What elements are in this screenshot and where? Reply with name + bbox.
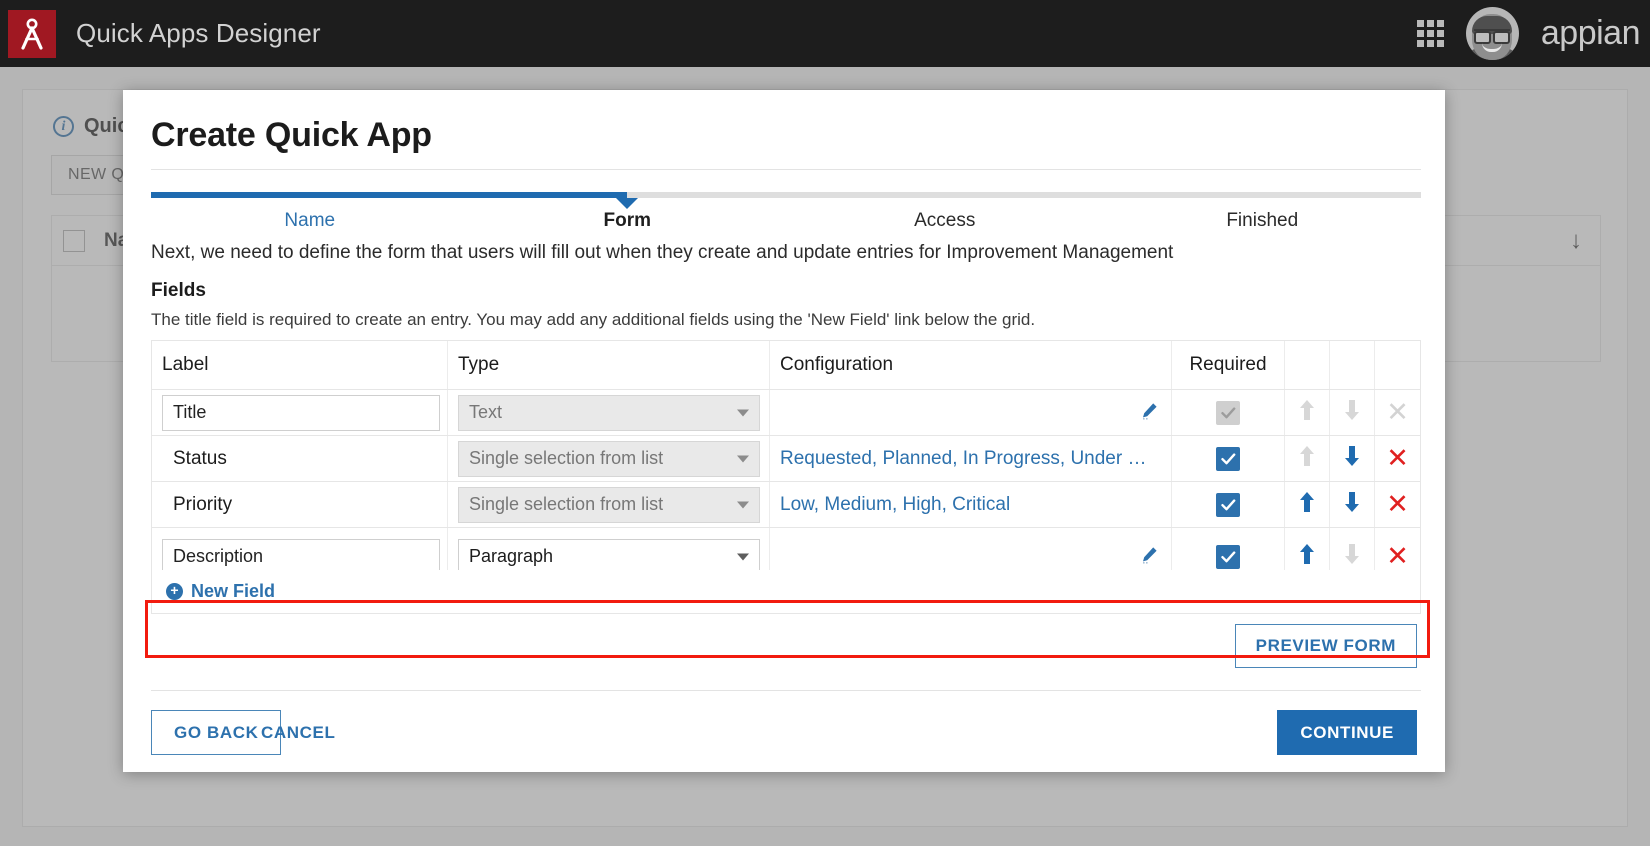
move-up-arrow-icon[interactable] <box>1298 542 1316 571</box>
field-type-cell: Text <box>448 390 770 435</box>
table-row: Title Text ✕ <box>152 390 1420 436</box>
field-configuration-link[interactable]: Requested, Planned, In Progress, Under R… <box>780 448 1160 470</box>
column-header-delete <box>1375 341 1420 389</box>
move-up-arrow-icon[interactable] <box>1298 490 1316 519</box>
chevron-down-icon <box>737 455 749 462</box>
field-type-value: Paragraph <box>469 546 554 566</box>
move-up-arrow-icon <box>1298 398 1316 427</box>
delete-cell: ✕ <box>1375 390 1420 435</box>
move-up-cell <box>1285 390 1330 435</box>
field-label-cell: Priority <box>152 482 448 527</box>
field-label-cell: Status <box>152 436 448 481</box>
appian-brand-wordmark: appian <box>1540 14 1641 52</box>
stepper-track <box>151 192 1421 209</box>
column-header-required: Required <box>1172 341 1285 389</box>
field-required-cell <box>1172 482 1285 527</box>
field-type-cell: Single selection from list <box>448 436 770 481</box>
field-type-value: Single selection from list <box>469 448 664 468</box>
chevron-down-icon <box>737 409 749 416</box>
column-header-move-down <box>1330 341 1375 389</box>
intro-text: Next, we need to define the form that us… <box>151 242 1174 263</box>
move-down-cell <box>1330 482 1375 527</box>
footer-divider <box>151 690 1421 691</box>
fields-grid: Label Type Configuration Required Title … <box>151 340 1421 586</box>
required-checkbox <box>1216 400 1240 425</box>
dialog-title: Create Quick App <box>151 116 432 154</box>
delete-x-icon[interactable]: ✕ <box>1386 445 1409 472</box>
field-label-input[interactable]: Title <box>162 394 440 431</box>
column-header-label: Label <box>152 341 448 389</box>
step-form[interactable]: Form <box>469 210 787 232</box>
field-configuration-link[interactable]: Low, Medium, High, Critical <box>780 494 1010 516</box>
move-down-cell <box>1330 436 1375 481</box>
stepper-current-marker <box>616 198 639 209</box>
continue-button[interactable]: CONTINUE <box>1277 710 1417 755</box>
field-type-value: Text <box>469 402 503 422</box>
field-type-select: Text <box>458 394 760 431</box>
field-type-select: Single selection from list <box>458 440 760 477</box>
delete-x-icon[interactable]: ✕ <box>1386 543 1409 570</box>
move-down-arrow-icon <box>1343 398 1361 427</box>
move-up-cell <box>1285 436 1330 481</box>
wizard-stepper: Name Form Access Finished <box>151 192 1421 232</box>
delete-x-icon[interactable]: ✕ <box>1386 491 1409 518</box>
move-down-arrow-icon <box>1343 542 1361 571</box>
top-navigation-bar: Quick Apps Designer appian <box>0 0 1650 67</box>
fields-subtext: The title field is required to create an… <box>151 310 1036 329</box>
move-down-arrow-icon[interactable] <box>1343 444 1361 473</box>
delete-x-icon: ✕ <box>1386 397 1409 427</box>
field-label-cell: Title <box>152 390 448 435</box>
stepper-progress-fill <box>151 192 628 198</box>
appian-compass-logo[interactable] <box>8 9 56 58</box>
required-checkbox[interactable] <box>1216 446 1240 471</box>
field-label-text: Status <box>173 447 227 469</box>
edit-pencil-icon[interactable] <box>1140 401 1159 425</box>
topbar-right-group: appian <box>1416 7 1650 60</box>
move-down-arrow-icon[interactable] <box>1343 490 1361 519</box>
apps-grid-icon[interactable] <box>1416 20 1444 47</box>
fields-grid-header-row: Label Type Configuration Required <box>152 341 1420 390</box>
move-up-cell <box>1285 482 1330 527</box>
user-avatar[interactable] <box>1465 7 1519 60</box>
new-field-row: + New Field <box>151 570 1421 614</box>
field-required-cell <box>1172 436 1285 481</box>
stepper-labels: Name Form Access Finished <box>151 210 1421 232</box>
delete-cell: ✕ <box>1375 482 1420 527</box>
field-configuration-cell: Requested, Planned, In Progress, Under R… <box>770 436 1172 481</box>
app-title: Quick Apps Designer <box>76 18 321 48</box>
field-type-select: Single selection from list <box>458 486 760 523</box>
table-row: Status Single selection from list Reques… <box>152 436 1420 482</box>
field-label-text: Priority <box>173 493 233 515</box>
column-header-type: Type <box>448 341 770 389</box>
new-field-link[interactable]: New Field <box>191 581 275 602</box>
move-up-arrow-icon <box>1298 444 1316 473</box>
fields-heading: Fields <box>151 280 206 301</box>
field-configuration-cell <box>770 390 1172 435</box>
field-required-cell <box>1172 390 1285 435</box>
edit-pencil-icon[interactable] <box>1140 545 1159 569</box>
title-divider <box>151 169 1421 170</box>
column-header-configuration: Configuration <box>770 341 1172 389</box>
required-checkbox[interactable] <box>1216 544 1240 569</box>
step-name[interactable]: Name <box>151 210 469 232</box>
field-configuration-cell: Low, Medium, High, Critical <box>770 482 1172 527</box>
table-row: Priority Single selection from list Low,… <box>152 482 1420 528</box>
app-root: Quick Apps Designer appian i Quick NEW Q… <box>0 0 1650 846</box>
preview-form-button[interactable]: PREVIEW FORM <box>1234 624 1417 668</box>
plus-circle-icon[interactable]: + <box>166 583 183 600</box>
chevron-down-icon <box>737 553 749 560</box>
cancel-button[interactable]: CANCEL <box>261 710 335 755</box>
create-quick-app-dialog: Create Quick App Name Form Access Finish… <box>123 90 1445 772</box>
delete-cell: ✕ <box>1375 436 1420 481</box>
required-checkbox[interactable] <box>1216 492 1240 517</box>
field-type-cell: Single selection from list <box>448 482 770 527</box>
step-finished: Finished <box>1226 210 1299 231</box>
chevron-down-icon <box>737 501 749 508</box>
column-header-move-up <box>1285 341 1330 389</box>
step-access: Access <box>914 210 976 231</box>
move-down-cell <box>1330 390 1375 435</box>
field-type-value: Single selection from list <box>469 494 664 514</box>
